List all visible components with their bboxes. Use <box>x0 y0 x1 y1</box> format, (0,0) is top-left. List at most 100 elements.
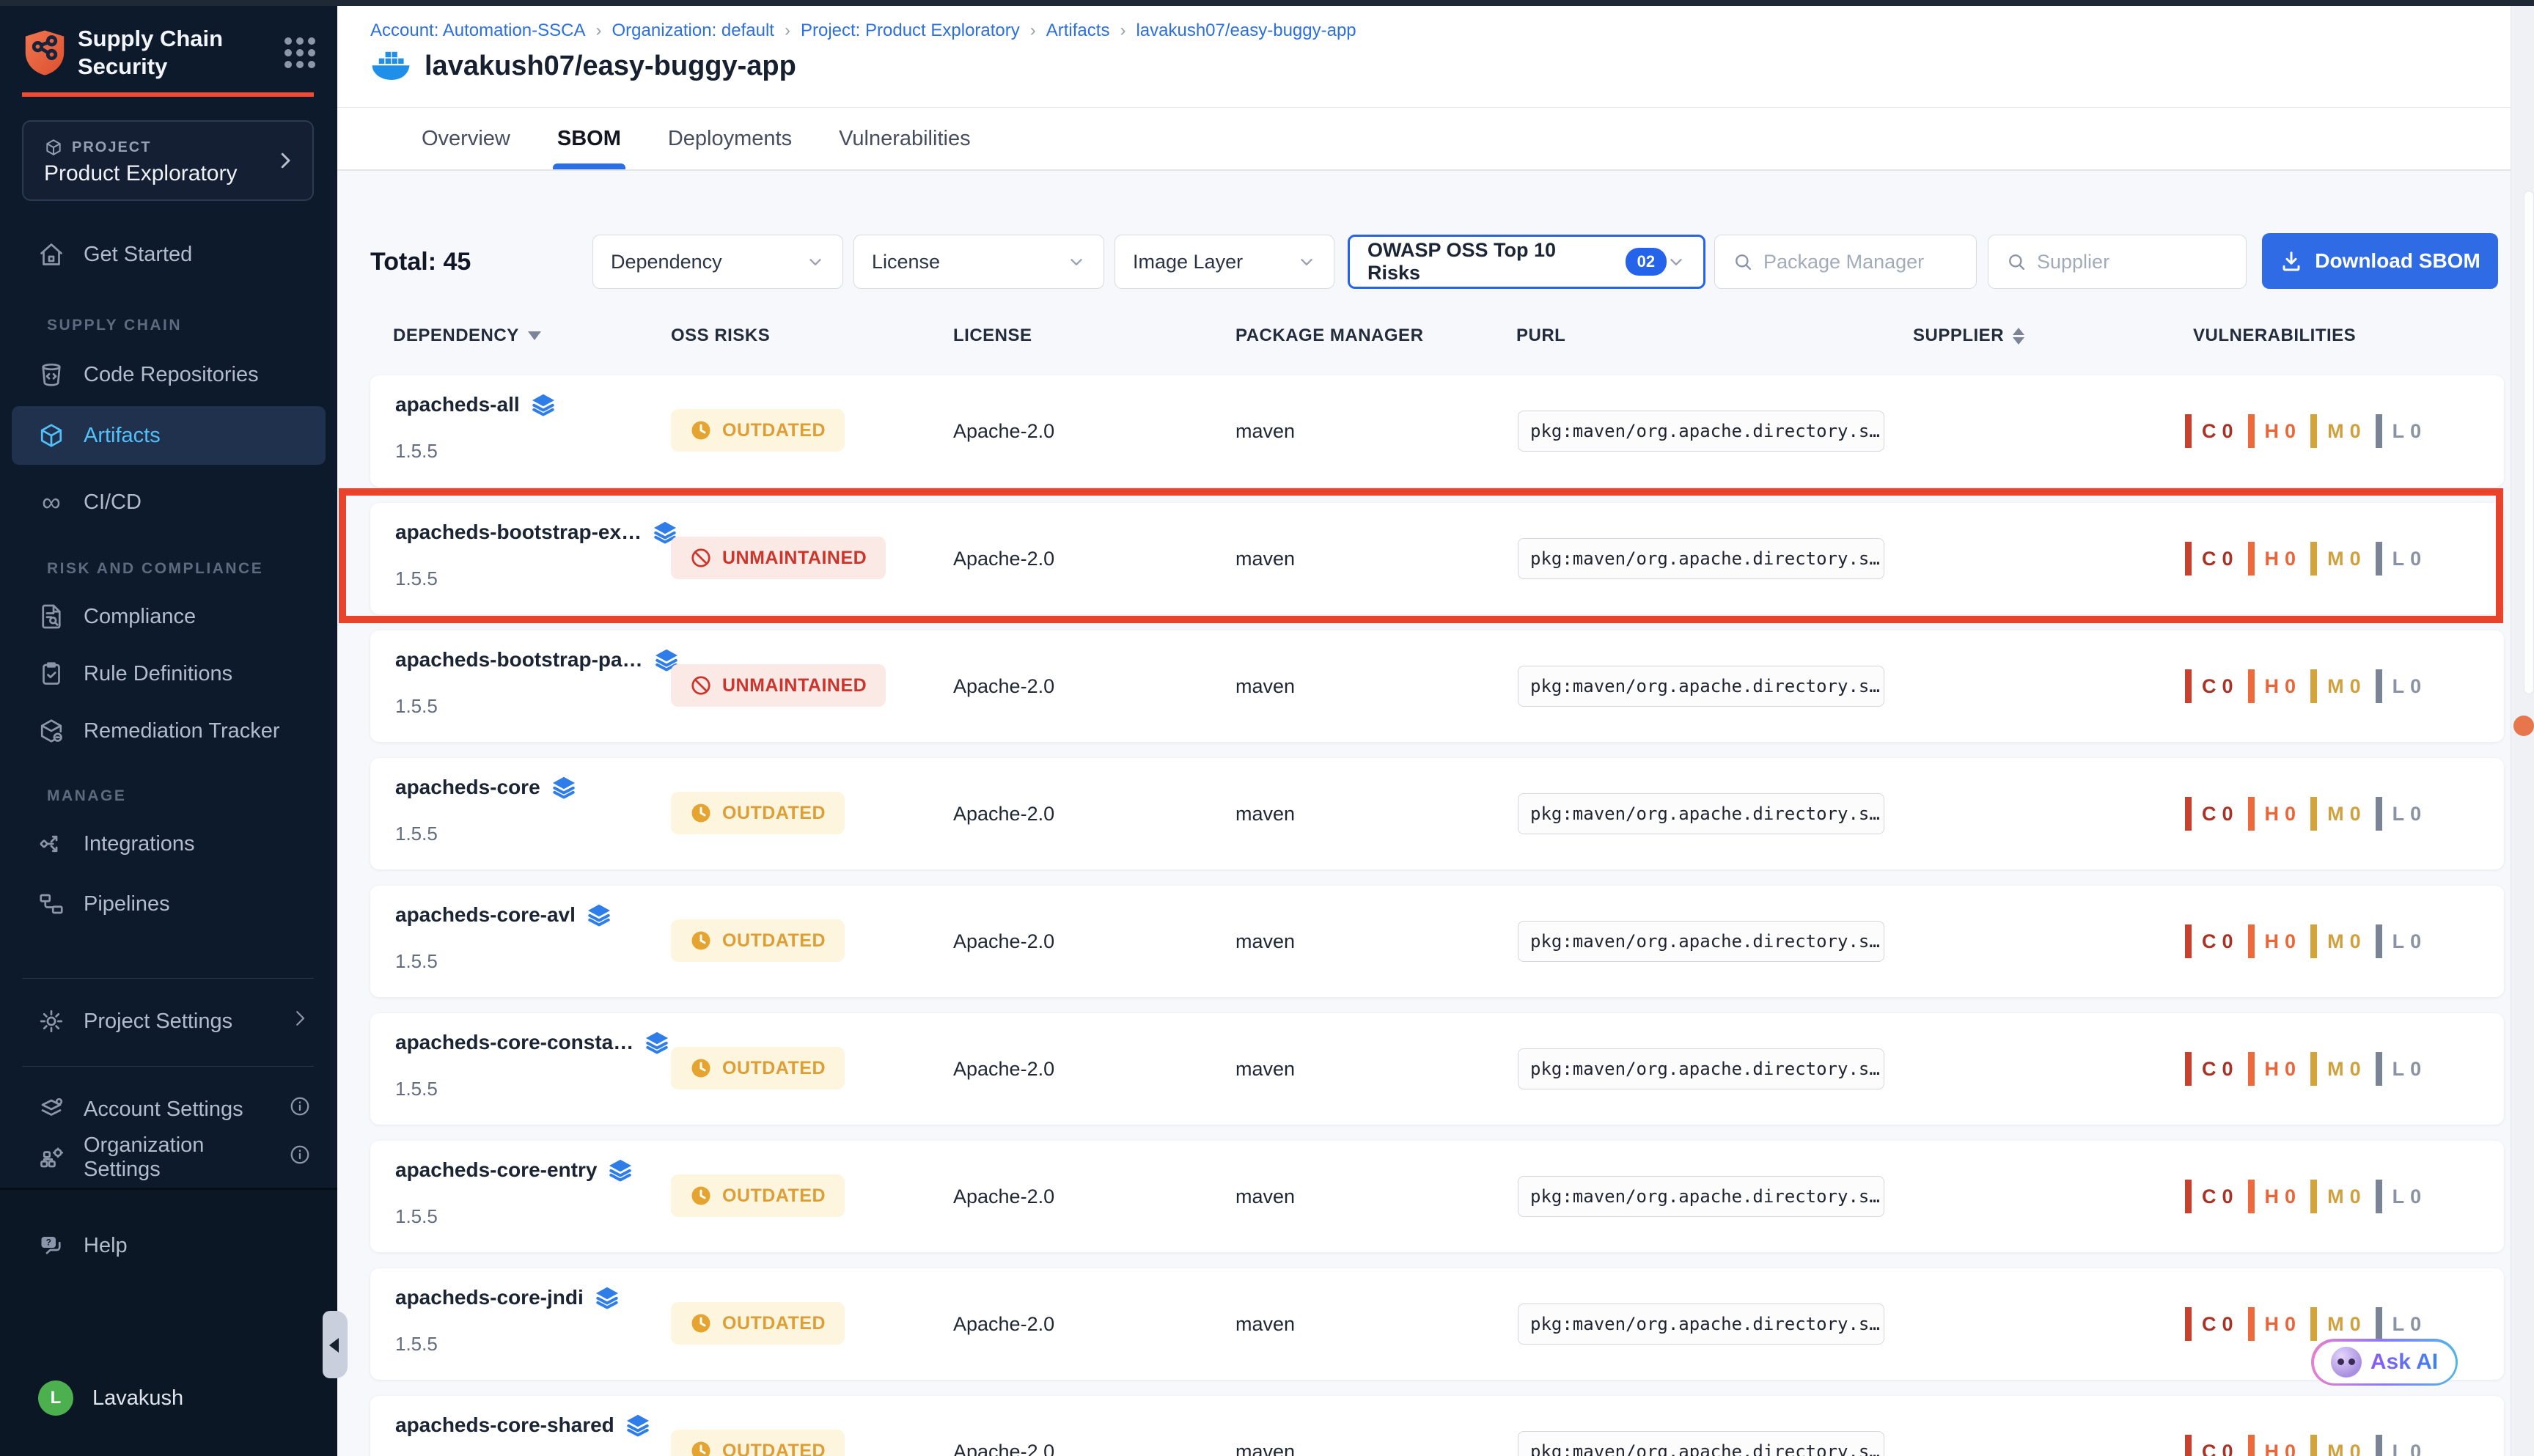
oss-risk-badge: UNMAINTAINED <box>671 537 886 579</box>
sidebar-collapse-handle[interactable] <box>323 1311 348 1378</box>
dependency-row[interactable]: apacheds-core-avl 1.5.5 OUTDATED Apache-… <box>370 886 2504 997</box>
purl-chip[interactable]: pkg:maven/org.apache.directory.s… <box>1518 1304 1884 1345</box>
cube-icon <box>44 138 63 157</box>
severity-bar <box>2310 924 2317 958</box>
section-heading-risk: RISK AND COMPLIANCE <box>47 560 263 578</box>
dependency-row[interactable]: apacheds-bootstrap-pa… 1.5.5 UNMAINTAINE… <box>370 630 2504 742</box>
dependency-row[interactable]: apacheds-core-shared 1.5.5 OUTDATED Apac… <box>370 1396 2504 1456</box>
column-header-dependency[interactable]: DEPENDENCY <box>393 326 541 346</box>
high-count: H0 <box>2248 924 2296 958</box>
purl-chip[interactable]: pkg:maven/org.apache.directory.s… <box>1518 1048 1884 1089</box>
sidebar-item-rule-definitions[interactable]: Rule Definitions <box>12 650 326 698</box>
purl-chip[interactable]: pkg:maven/org.apache.directory.s… <box>1518 1176 1884 1217</box>
sidebar-item-organization-settings[interactable]: Organization Settings <box>12 1133 326 1182</box>
tab-sbom[interactable]: SBOM <box>557 108 621 169</box>
sidebar-item-artifacts[interactable]: Artifacts <box>12 406 326 465</box>
breadcrumb-account[interactable]: Account: Automation-SSCA <box>370 21 585 41</box>
input-placeholder: Supplier <box>2037 251 2109 273</box>
purl-chip[interactable]: pkg:maven/org.apache.directory.s… <box>1518 411 1884 452</box>
breadcrumb-organization[interactable]: Organization: default <box>612 21 774 41</box>
severity-bar <box>2248 1180 2255 1213</box>
select-value: Image Layer <box>1133 251 1243 273</box>
ask-ai-button[interactable]: Ask AI <box>2311 1339 2458 1386</box>
dependency-version: 1.5.5 <box>395 950 438 973</box>
dependency-row[interactable]: apacheds-core-entry 1.5.5 OUTDATED Apach… <box>370 1141 2504 1252</box>
sidebar-item-pipelines[interactable]: Pipelines <box>12 880 326 928</box>
medium-count: M0 <box>2310 1052 2361 1086</box>
dependency-filter-select[interactable]: Dependency <box>592 235 843 289</box>
tab-vulnerabilities[interactable]: Vulnerabilities <box>839 108 970 169</box>
document-search-icon <box>38 603 65 630</box>
purl-value: pkg:maven/org.apache.directory.s… <box>1530 1314 1880 1334</box>
tab-deployments[interactable]: Deployments <box>668 108 792 169</box>
dependency-version: 1.5.5 <box>395 823 438 845</box>
sidebar-item-remediation-tracker[interactable]: Remediation Tracker <box>12 707 326 755</box>
low-count: L0 <box>2376 924 2422 958</box>
scrollbar-thumb[interactable] <box>2524 191 2534 694</box>
package-manager-cell: maven <box>1235 630 1295 742</box>
risk-label: UNMAINTAINED <box>722 675 867 696</box>
sidebar-item-project-settings[interactable]: Project Settings <box>12 997 326 1045</box>
section-heading-manage: MANAGE <box>47 787 126 805</box>
high-count: H0 <box>2248 1307 2296 1341</box>
sidebar-item-help[interactable]: ? Help <box>12 1221 326 1270</box>
breadcrumb-project[interactable]: Project: Product Exploratory <box>801 21 1020 41</box>
sidebar-item-code-repositories[interactable]: Code Repositories <box>12 350 326 399</box>
license-cell: Apache-2.0 <box>953 758 1054 869</box>
purl-value: pkg:maven/org.apache.directory.s… <box>1530 1186 1880 1207</box>
low-count: L0 <box>2376 669 2422 703</box>
chevron-down-icon <box>806 252 825 271</box>
clock-icon <box>690 419 712 441</box>
sidebar-item-get-started[interactable]: Get Started <box>12 230 326 279</box>
layers-icon <box>551 774 577 801</box>
total-count: Total: 45 <box>370 248 471 276</box>
breadcrumb-artifacts[interactable]: Artifacts <box>1046 21 1110 41</box>
dependency-row[interactable]: apacheds-core-jndi 1.5.5 OUTDATED Apache… <box>370 1268 2504 1380</box>
tab-overview[interactable]: Overview <box>422 108 510 169</box>
purl-chip[interactable]: pkg:maven/org.apache.directory.s… <box>1518 921 1884 962</box>
dependency-row[interactable]: apacheds-bootstrap-ex… 1.5.5 UNMAINTAINE… <box>370 503 2504 614</box>
info-icon <box>289 1144 311 1166</box>
license-cell: Apache-2.0 <box>953 1013 1054 1125</box>
purl-chip[interactable]: pkg:maven/org.apache.directory.s… <box>1518 793 1884 834</box>
dependency-row[interactable]: apacheds-all 1.5.5 OUTDATED Apache-2.0 m… <box>370 375 2504 487</box>
app-grid-icon[interactable] <box>284 37 315 68</box>
sidebar-item-compliance[interactable]: Compliance <box>12 592 326 641</box>
layers-icon <box>530 391 557 418</box>
risk-label: OUTDATED <box>722 420 826 441</box>
project-selector[interactable]: PROJECT Product Exploratory <box>22 120 314 201</box>
severity-bar <box>2185 414 2192 448</box>
dependency-name: apacheds-core-jndi <box>395 1286 584 1309</box>
package-manager-search-input[interactable]: Package Manager <box>1714 235 1977 289</box>
severity-bar <box>2185 1307 2192 1341</box>
infinity-icon: ∞ <box>38 489 65 515</box>
image-layer-filter-select[interactable]: Image Layer <box>1114 235 1334 289</box>
breadcrumb: Account: Automation-SSCA › Organization:… <box>370 21 1356 41</box>
package-manager-cell: maven <box>1235 375 1295 487</box>
brand-row: Supply Chain Security <box>22 25 315 81</box>
sort-icon <box>2013 328 2024 345</box>
layers-icon <box>644 1029 670 1056</box>
user-menu[interactable]: L Lavakush <box>12 1374 326 1422</box>
dependency-name: apacheds-core-consta… <box>395 1031 634 1054</box>
dependency-row[interactable]: apacheds-core 1.5.5 OUTDATED Apache-2.0 … <box>370 758 2504 869</box>
column-header-purl: PURL <box>1516 326 1565 346</box>
risk-label: OUTDATED <box>722 803 826 824</box>
purl-chip[interactable]: pkg:maven/org.apache.directory.s… <box>1518 666 1884 707</box>
column-header-supplier[interactable]: SUPPLIER <box>1913 326 2024 346</box>
purl-chip[interactable]: pkg:maven/org.apache.directory.s… <box>1518 1431 1884 1456</box>
sidebar-item-label: Artifacts <box>84 424 161 448</box>
supplier-search-input[interactable]: Supplier <box>1988 235 2247 289</box>
risk-label: OUTDATED <box>722 1441 826 1456</box>
owasp-risks-filter-select[interactable]: OWASP OSS Top 10 Risks 02 <box>1348 235 1705 289</box>
license-filter-select[interactable]: License <box>853 235 1104 289</box>
sidebar-item-integrations[interactable]: Integrations <box>12 820 326 868</box>
download-sbom-button[interactable]: Download SBOM <box>2262 233 2498 289</box>
breadcrumb-artifact-name[interactable]: lavakush07/easy-buggy-app <box>1136 21 1356 41</box>
severity-bar <box>2185 669 2192 703</box>
chevron-down-icon <box>1297 252 1316 271</box>
purl-chip[interactable]: pkg:maven/org.apache.directory.s… <box>1518 538 1884 579</box>
sidebar-item-account-settings[interactable]: Account Settings <box>12 1085 326 1133</box>
dependency-row[interactable]: apacheds-core-consta… 1.5.5 OUTDATED Apa… <box>370 1013 2504 1125</box>
sidebar-item-cicd[interactable]: ∞ CI/CD <box>12 478 326 526</box>
